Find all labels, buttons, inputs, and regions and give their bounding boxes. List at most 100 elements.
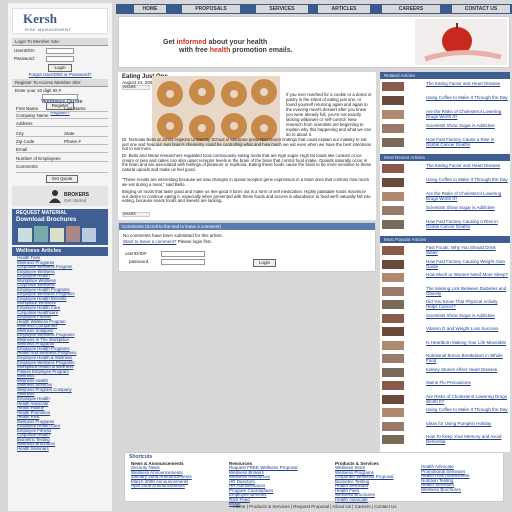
popular-link[interactable]: Swine Flu Precautions [426,380,508,385]
recent-link[interactable]: Scientists Show Sugar is Addictive [426,205,508,210]
quote-zip[interactable]: Zip Code Phone # [16,139,108,145]
promo-banner[interactable]: Get informed about your health with free… [118,16,510,68]
quote-email[interactable]: Email [16,147,108,153]
request-material-box[interactable]: REQUEST MATERIAL Download Brochures [12,209,108,245]
no-comments-text: No comments have been submitted for this… [123,233,224,238]
brokers-box[interactable]: BROKERS Get started [12,186,108,206]
related-item[interactable]: Scientists Show Sugar is Addictive [382,123,508,135]
popular-item[interactable]: Using Coffee to Make It Through the Day [382,407,508,419]
kersh-logo[interactable]: Kersh RISK MANAGEMENT [12,8,108,34]
popular-link[interactable]: Did You Know That Physical Activity Help… [426,299,508,309]
popular-link[interactable]: Ideas for Using Pumpkin Holiday [426,421,508,426]
recent-link[interactable]: Using Coffee to Make It Through the Day [426,177,508,182]
related-link[interactable]: Are the Risks of Cholesterol Lowering Dr… [426,109,508,119]
state-label: State [64,131,75,136]
share-button[interactable]: SHARE [122,85,150,90]
comment-login-button[interactable]: Login [253,259,277,267]
related-link[interactable]: How Fast Factory Cause a Rise in Global … [426,137,508,147]
popular-link[interactable]: Using Coffee to Make It Through the Day [426,407,508,412]
popular-link[interactable]: How To Keep Your Memory and Avoid Dement… [426,434,508,444]
quote-company[interactable]: Company Name [16,113,108,119]
popular-item[interactable]: Is Heartburn Making Your Life Miserable [382,340,508,352]
footer-products-column: Products & Services Wellness Store Wellnes… [335,461,393,502]
password-input[interactable] [46,56,74,62]
banner-line2-post: promotion emails. [230,47,293,54]
popular-item[interactable]: How Much or Women Need More Sleep? [382,272,508,284]
quote-employees[interactable]: Number of Employees [16,156,108,162]
popular-item[interactable]: Are Risks of Cholesterol Lowering Drugs … [382,394,508,406]
recent-item[interactable]: Scientists Show Sugar is Addictive [382,205,508,217]
bottom-links[interactable]: Home | Products & Services | Request Pro… [150,504,480,512]
recent-item[interactable]: Are the Risks of Cholesterol Lowering Dr… [382,191,508,203]
related-link[interactable]: Using Coffee to Make It Through the Day [426,95,508,100]
popular-title: Most Popular Articles [380,236,510,243]
popular-item[interactable]: Ideas for Using Pumpkin Holiday [382,421,508,433]
logo-name: Kersh [23,11,57,26]
quote-comments[interactable]: Comments [16,164,108,173]
popular-link[interactable]: Scientists Show Sugar is Addictive [426,313,508,318]
popular-item[interactable]: Scientists Show Sugar is Addictive [382,313,508,325]
nav-proposals[interactable]: PROPOSALS [182,5,240,13]
userid-input[interactable] [46,48,74,54]
related-thumbnail [382,96,404,105]
recent-link[interactable]: How Fast Factory Causing a Rise in Globa… [426,219,508,229]
popular-item[interactable]: How Fast Factory Causing Weight Gain Gui… [382,259,508,271]
forgot-password-link[interactable]: Forgot UserID/ID or Password? [29,72,92,77]
register-title: Register To Access Member Site: [12,79,108,87]
quote-first-name[interactable]: First Name Last Name [16,106,108,112]
related-link[interactable]: Scientists Show Sugar is Addictive [426,123,508,128]
nav-careers[interactable]: CAREERS [382,5,440,13]
nav-services[interactable]: SERVICES [256,5,308,13]
article-intro: If you ever reached for a cookie or a do… [286,92,372,137]
popular-link[interactable]: Nutritional Bonus Breakdown in Whole Foo… [426,353,508,363]
leave-comment-link[interactable]: Want to leave a comment? [123,239,176,244]
footer-link[interactable]: Wellness Brochures [421,487,470,493]
popular-item[interactable]: How To Keep Your Memory and Avoid Dement… [382,434,508,446]
recent-link[interactable]: The Eating Factor and Heart Disease [426,163,508,168]
popular-link[interactable]: How Much or Women Need More Sleep? [426,272,508,277]
popular-link[interactable]: Kidney Stones Affect Heart Disease [426,367,508,372]
share-button-bottom[interactable]: SHARE [122,212,150,217]
recent-item[interactable]: The Eating Factor and Heart Disease [382,163,508,175]
footer-link[interactable]: Health Advocate [335,497,393,503]
related-item[interactable]: Using Coffee to Make It Through the Day [382,95,508,107]
recent-link[interactable]: Are the Risks of Cholesterol Lowering Dr… [426,191,508,201]
related-item[interactable]: The Eating Factor and Heart Disease [382,81,508,93]
donuts-image [152,76,280,146]
recent-item[interactable]: How Fast Factory Causing a Rise in Globa… [382,219,508,231]
popular-thumbnail [382,327,404,336]
wellness-article-link[interactable]: Health Seminars [17,446,107,452]
popular-link[interactable]: Is Heartburn Making Your Life Miserable [426,340,508,345]
popular-link[interactable]: Are Risks of Cholesterol Lowering Drugs … [426,394,508,404]
popular-item[interactable]: Fast Foods: Why You Should Drink Water [382,245,508,257]
get-quote-button[interactable]: Get Quote [45,175,79,183]
nav-contact-us[interactable]: CONTACT US [452,5,510,13]
comment-pass-input[interactable] [161,259,205,265]
popular-item[interactable]: Did You Know That Physical Activity Help… [382,299,508,311]
nav-articles[interactable]: ARTICLES [318,5,370,13]
popular-link[interactable]: How Fast Factory Causing Weight Gain Gui… [426,259,508,269]
popular-thumbnail [382,286,404,296]
comment-user-label: userID/ID# [125,251,147,256]
related-item[interactable]: Are the Risks of Cholesterol Lowering Dr… [382,109,508,121]
popular-link[interactable]: The Missing Link Between Diabetes and Ob… [426,286,508,296]
popular-link[interactable]: Fast Foods: Why You Should Drink Water [426,245,508,255]
popular-item[interactable]: Swine Flu Precautions [382,380,508,392]
footer-link[interactable]: April 2008 Announcements [131,483,192,489]
related-item[interactable]: How Fast Factory Cause a Rise in Global … [382,137,508,149]
popular-link[interactable]: Vitamin D and Weight Loss Success [426,326,508,331]
recent-thumbnail [382,192,404,201]
comment-user-input[interactable] [161,251,205,257]
quote-address[interactable]: Address [16,121,108,127]
popular-item[interactable]: Kidney Stones Affect Heart Disease [382,367,508,379]
nav-home[interactable]: HOME [134,5,166,13]
related-link[interactable]: The Eating Factor and Heart Disease [426,81,508,86]
recent-item[interactable]: Using Coffee to Make It Through the Day [382,177,508,189]
quote-city[interactable]: City State [16,131,108,137]
login-button[interactable]: Login [48,64,72,72]
popular-item[interactable]: Vitamin D and Weight Loss Success [382,326,508,338]
popular-thumbnail [382,394,404,404]
popular-thumbnail [382,259,404,269]
popular-item[interactable]: The Missing Link Between Diabetes and Ob… [382,286,508,298]
popular-item[interactable]: Nutritional Bonus Breakdown in Whole Foo… [382,353,508,365]
